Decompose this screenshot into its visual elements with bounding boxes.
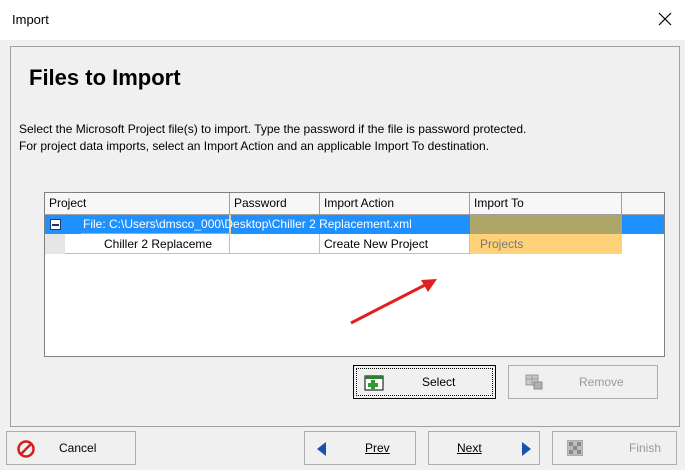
instructions-line-2: For project data imports, select an Impo… <box>19 139 490 153</box>
remove-grid-icon <box>525 374 543 390</box>
minus-icon <box>52 223 59 226</box>
prev-label: Prev <box>365 441 390 455</box>
row-gutter <box>45 234 65 254</box>
prev-button[interactable]: Prev <box>304 431 416 465</box>
cell-import-action[interactable]: Create New Project <box>320 234 470 254</box>
import-to-highlight <box>470 215 622 234</box>
column-header-import-to[interactable]: Import To <box>470 193 622 214</box>
close-icon <box>658 12 672 26</box>
column-header-empty <box>622 193 664 214</box>
finish-button[interactable]: Finish <box>552 431 677 465</box>
triangle-left-icon <box>317 442 326 456</box>
next-button[interactable]: Next <box>428 431 540 465</box>
cell-import-to[interactable]: Projects <box>470 234 622 254</box>
remove-label: Remove <box>579 375 624 389</box>
annotation-arrow-icon <box>350 279 437 325</box>
file-path: File: C:\Users\dmsco_000\Desktop\Chiller… <box>83 217 412 231</box>
finish-flag-icon <box>567 440 583 456</box>
next-label: Next <box>457 441 482 455</box>
column-header-import-action[interactable]: Import Action <box>320 193 470 214</box>
cancel-button[interactable]: Cancel <box>6 431 136 465</box>
page-title: Files to Import <box>29 65 181 90</box>
import-panel: Files to Import Select the Microsoft Pro… <box>10 46 680 427</box>
grid-header: Project Password Import Action Import To <box>45 193 664 215</box>
cell-password[interactable] <box>230 234 320 254</box>
add-file-icon <box>364 375 384 391</box>
finish-label: Finish <box>629 441 662 455</box>
select-button[interactable]: Select <box>353 365 496 399</box>
instructions: Select the Microsoft Project file(s) to … <box>19 121 526 155</box>
wizard-nav-bar: Cancel Prev Next Finish <box>0 429 685 470</box>
window-title: Import <box>12 12 49 27</box>
cancel-icon <box>17 440 35 458</box>
cell-project[interactable]: Chiller 2 Replaceme <box>65 234 230 254</box>
select-label: Select <box>422 375 456 389</box>
table-row[interactable]: Chiller 2 Replaceme Create New Project P… <box>45 234 664 254</box>
instructions-line-1: Select the Microsoft Project file(s) to … <box>19 122 527 136</box>
triangle-right-icon <box>522 442 531 456</box>
dialog-client: Files to Import Select the Microsoft Pro… <box>0 40 685 470</box>
file-row[interactable]: File: C:\Users\dmsco_000\Desktop\Chiller… <box>45 215 664 234</box>
remove-button[interactable]: Remove <box>508 365 658 399</box>
close-button[interactable] <box>651 6 679 32</box>
column-header-password[interactable]: Password <box>230 193 320 214</box>
column-header-project[interactable]: Project <box>45 193 230 214</box>
title-bar: Import <box>0 0 685 40</box>
cancel-label: Cancel <box>59 441 97 455</box>
collapse-button[interactable] <box>50 219 61 230</box>
